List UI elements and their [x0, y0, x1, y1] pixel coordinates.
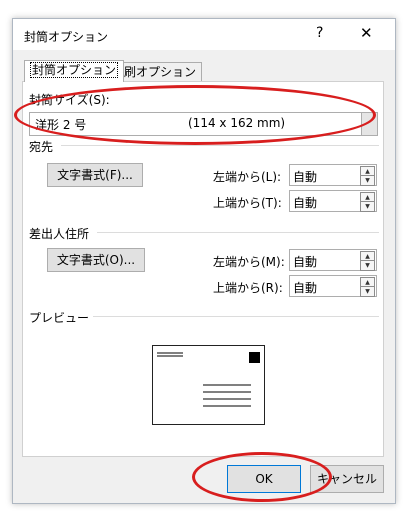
envelope-size-label: 封筒サイズ(S): — [29, 93, 110, 107]
spin-down-icon[interactable]: ▼ — [360, 201, 375, 212]
divider — [61, 145, 379, 146]
return-address-heading: 差出人住所 — [29, 227, 90, 241]
envelope-preview — [152, 345, 265, 425]
spin-down-icon[interactable]: ▼ — [360, 286, 375, 297]
envelope-size-select[interactable]: 洋形 2 号 (114 x 162 mm) — [29, 112, 378, 136]
envelope-size-dimensions: (114 x 162 mm) — [188, 116, 286, 130]
delivery-left-label: 左端から(L): — [213, 170, 282, 184]
chevron-down-icon[interactable] — [361, 113, 377, 135]
return-left-label: 左端から(M): — [213, 255, 285, 269]
help-button[interactable]: ? — [316, 25, 323, 41]
ok-button[interactable]: OK — [227, 465, 301, 493]
return-top-spinner[interactable]: 自動 ▲ ▼ — [289, 275, 377, 297]
title-bar: 封筒オプション ? ✕ — [13, 19, 395, 50]
return-font-button[interactable]: 文字書式(O)... — [47, 248, 145, 272]
return-left-spinner[interactable]: 自動 ▲ ▼ — [289, 249, 377, 271]
delivery-left-spinner[interactable]: 自動 ▲ ▼ — [289, 164, 377, 186]
envelope-size-name: 洋形 2 号 — [35, 118, 87, 132]
spin-down-icon[interactable]: ▼ — [360, 175, 375, 186]
divider — [97, 232, 379, 233]
divider — [93, 316, 379, 317]
stamp-icon — [249, 352, 260, 363]
cancel-button[interactable]: キャンセル — [310, 465, 384, 493]
dialog-title: 封筒オプション — [24, 30, 109, 44]
return-top-label: 上端から(R): — [213, 281, 283, 295]
spin-down-icon[interactable]: ▼ — [360, 260, 375, 271]
delivery-top-spinner[interactable]: 自動 ▲ ▼ — [289, 190, 377, 212]
delivery-font-button[interactable]: 文字書式(F)... — [47, 163, 143, 187]
delivery-top-label: 上端から(T): — [213, 196, 282, 210]
envelope-preview-drawing — [157, 352, 260, 407]
tab-envelope-options[interactable]: 封筒オプション — [24, 60, 125, 82]
envelope-options-dialog: 封筒オプション ? ✕ 封筒オプション 印刷オプション 封筒サイズ(S): 洋形… — [12, 18, 396, 504]
delivery-heading: 宛先 — [29, 140, 54, 154]
preview-heading: プレビュー — [29, 311, 90, 325]
close-icon[interactable]: ✕ — [360, 24, 373, 42]
